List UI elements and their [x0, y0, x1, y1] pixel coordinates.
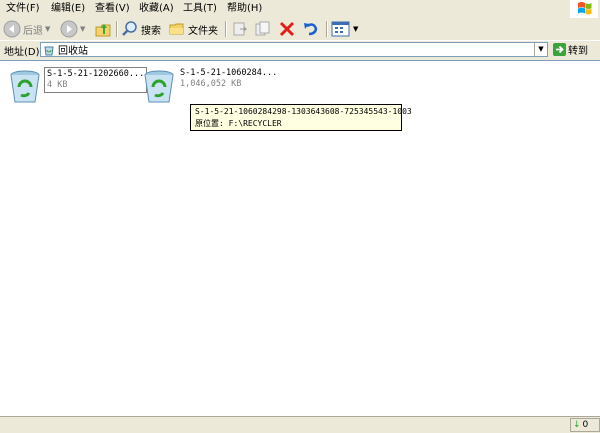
menu-help[interactable]: 帮助(H): [227, 2, 262, 16]
file-item[interactable]: S-1-5-21-1060284... 1,046,052 KB: [140, 67, 279, 105]
toolbar-separator: [116, 21, 117, 37]
menu-favorites[interactable]: 收藏(A): [139, 2, 174, 16]
folders-icon: [169, 23, 184, 35]
address-dropdown-icon[interactable]: ▼: [534, 43, 547, 56]
file-size: 1,046,052 KB: [180, 79, 242, 89]
file-name: S-1-5-21-1202660...: [47, 69, 145, 79]
search-label: 搜索: [141, 25, 161, 37]
views-button[interactable]: ▼: [331, 19, 358, 39]
search-button[interactable]: 搜索: [121, 19, 161, 39]
move-to-button[interactable]: [231, 19, 249, 39]
menu-bar: 文件(F) 编辑(E) 查看(V) 收藏(A) 工具(T) 帮助(H): [0, 0, 600, 19]
forward-icon: [60, 20, 78, 38]
toolbar-separator: [225, 21, 226, 37]
back-button[interactable]: 后退 ▼: [3, 19, 50, 39]
recycle-bin-icon: [144, 70, 174, 103]
go-arrow-icon: [553, 43, 566, 56]
address-label: 地址(D): [4, 47, 40, 58]
folders-button[interactable]: 文件夹: [168, 19, 218, 39]
copy-to-button[interactable]: [254, 19, 272, 39]
views-icon: [331, 21, 350, 37]
back-label: 后退: [23, 25, 43, 37]
copy-to-icon: [255, 21, 270, 36]
undo-icon: [304, 23, 318, 36]
file-name: S-1-5-21-1060284...: [180, 68, 278, 78]
address-input[interactable]: 回收站 ▼: [40, 42, 548, 57]
address-value: 回收站: [58, 46, 88, 57]
toolbar-separator: [326, 21, 327, 37]
tooltip-line-1: S-1-5-21-1060284298-1303643608-725345543…: [195, 107, 412, 116]
views-dropdown-icon[interactable]: ▼: [353, 25, 358, 33]
go-button[interactable]: 转到: [553, 42, 588, 57]
file-label: S-1-5-21-1060284... 1,046,052 KB: [178, 67, 279, 91]
status-panel: ↓ 0: [570, 418, 600, 432]
address-bar: 地址(D) 回收站 ▼ 转到: [0, 41, 600, 59]
file-item[interactable]: S-1-5-21-1202660... 4 KB: [6, 67, 148, 105]
windows-logo-icon: [570, 0, 598, 18]
forward-button[interactable]: ▼: [60, 19, 85, 39]
back-icon: [3, 20, 21, 38]
status-count: 0: [582, 420, 589, 430]
go-label: 转到: [568, 46, 588, 57]
menu-tools[interactable]: 工具(T): [183, 2, 217, 16]
file-tooltip: S-1-5-21-1060284298-1303643608-725345543…: [190, 104, 412, 131]
forward-dropdown-icon[interactable]: ▼: [80, 25, 85, 33]
file-label: S-1-5-21-1202660... 4 KB: [44, 67, 148, 93]
file-size: 4 KB: [47, 80, 68, 90]
delete-icon: [279, 21, 295, 37]
delete-button[interactable]: [278, 19, 296, 39]
undo-button[interactable]: [302, 19, 320, 39]
move-to-icon: [233, 22, 248, 36]
up-button[interactable]: [94, 19, 112, 39]
menu-file[interactable]: 文件(F): [6, 2, 40, 16]
back-dropdown-icon[interactable]: ▼: [45, 25, 50, 33]
download-arrow-icon: ↓: [573, 420, 581, 430]
search-icon: [122, 21, 137, 36]
tooltip-line-2: 原位置: F:\RECYCLER: [195, 119, 282, 128]
recycle-bin-icon: [44, 46, 54, 55]
menu-view[interactable]: 查看(V): [95, 2, 130, 16]
recycle-bin-icon: [10, 70, 40, 103]
folders-label: 文件夹: [188, 25, 218, 37]
status-bar: ↓ 0: [0, 416, 600, 433]
menu-edit[interactable]: 编辑(E): [51, 2, 85, 16]
up-folder-icon: [95, 24, 111, 37]
toolbar: 后退 ▼ ▼ 搜索 文件夹 ▼: [0, 18, 600, 41]
